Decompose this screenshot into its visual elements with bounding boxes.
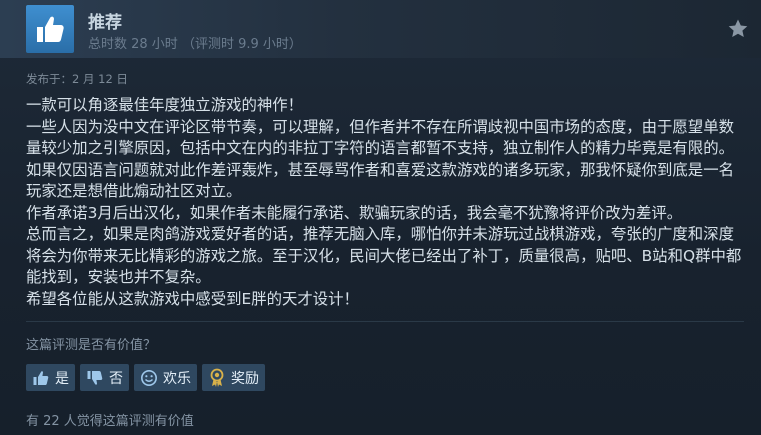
divider [26, 321, 744, 322]
review-card: 推荐 总时数 28 小时 （评测时 9.9 小时） 发布于：2 月 12 日 一… [0, 0, 761, 435]
posted-date: 发布于：2 月 12 日 [26, 72, 128, 86]
vote-funny-button[interactable]: 欢乐 [134, 364, 197, 391]
thumbs-up-icon [26, 5, 74, 53]
award-medal-icon [207, 368, 227, 388]
playtime-hours: 总时数 28 小时 （评测时 9.9 小时） [88, 37, 302, 52]
review-paragraph: 作者承诺3月后出汉化，如果作者未能履行承诺、欺骗玩家的话，我会毫不犹豫将评价改为… [26, 203, 683, 222]
award-star-icon[interactable] [727, 18, 749, 40]
review-header: 推荐 总时数 28 小时 （评测时 9.9 小时） [0, 0, 761, 58]
review-body: 一款可以角逐最佳年度独立游戏的神作！ 一些人因为没中文在评论区带节奏，可以理解，… [26, 95, 744, 310]
vote-yes-button[interactable]: 是 [26, 364, 75, 391]
helpful-count: 有 22 人觉得这篇评测有价值 [26, 414, 194, 429]
vote-buttons: 是 否 欢乐 奖励 [26, 364, 265, 391]
thumbs-up-icon [31, 368, 51, 388]
award-button[interactable]: 奖励 [202, 364, 265, 391]
vote-no-label: 否 [109, 370, 123, 387]
helpful-question: 这篇评测是否有价值？ [26, 338, 157, 353]
review-paragraph: 总而言之，如果是肉鸽游戏爱好者的话，推荐无脑入库，哪怕你并未游玩过战棋游戏，夸张… [26, 225, 742, 286]
verdict-label: 推荐 [88, 13, 122, 33]
vote-yes-label: 是 [55, 370, 69, 387]
review-paragraph: 一些人因为没中文在评论区带节奏，可以理解，但作者并不存在所谓歧视中国市场的态度，… [26, 117, 734, 201]
award-label: 奖励 [231, 370, 259, 387]
thumbs-down-icon [85, 368, 105, 388]
vote-no-button[interactable]: 否 [80, 364, 129, 391]
vote-funny-label: 欢乐 [163, 370, 191, 387]
review-paragraph: 一款可以角逐最佳年度独立游戏的神作！ [26, 96, 304, 114]
smiley-icon [139, 368, 159, 388]
review-paragraph: 希望各位能从这款游戏中感受到E胖的天才设计！ [26, 289, 359, 308]
